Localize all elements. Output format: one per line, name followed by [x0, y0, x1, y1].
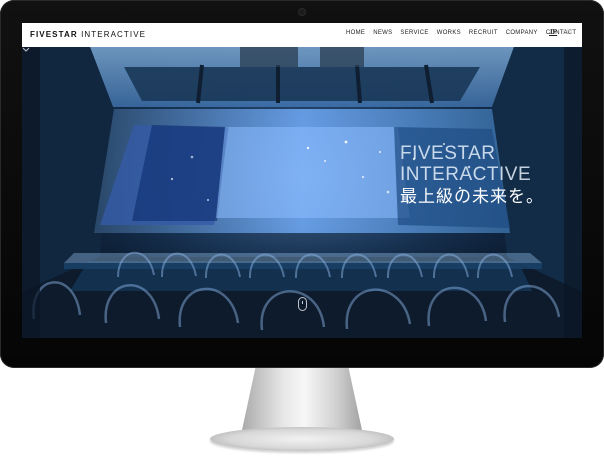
- monitor-stand-base: [210, 427, 394, 451]
- hero-title-line-1: FIVESTAR: [400, 143, 496, 164]
- nav-item-news[interactable]: NEWS: [373, 30, 392, 36]
- nav-item-service[interactable]: SERVICE: [400, 30, 428, 36]
- nav-item-home[interactable]: HOME: [346, 30, 365, 36]
- camera-icon: [298, 8, 306, 16]
- main-nav: HOME NEWS SERVICE WORKS RECRUIT COMPANY …: [346, 30, 576, 36]
- hero-tagline: 最上級の未来を。: [400, 187, 544, 206]
- hero-title-line-2: INTERACTIVE: [400, 164, 532, 185]
- nav-item-company[interactable]: COMPANY: [506, 30, 538, 36]
- brand-secondary: INTERACTIVE: [81, 30, 147, 39]
- chevron-down-icon[interactable]: [22, 47, 30, 52]
- lang-en[interactable]: EN: [562, 29, 572, 36]
- brand-primary: FIVESTAR: [30, 30, 78, 39]
- brand-logo[interactable]: FIVESTAR INTERACTIVE: [30, 30, 146, 39]
- hero-section: FIVESTAR INTERACTIVE 最上級の未来を。: [22, 47, 582, 338]
- language-switcher: JP EN: [549, 29, 572, 36]
- monitor-frame: FIVESTAR INTERACTIVE HOME NEWS SERVICE W…: [0, 0, 604, 368]
- site-header: FIVESTAR INTERACTIVE HOME NEWS SERVICE W…: [22, 23, 582, 47]
- mouse-scroll-icon[interactable]: [298, 297, 307, 311]
- screen: FIVESTAR INTERACTIVE HOME NEWS SERVICE W…: [22, 23, 582, 338]
- nav-item-works[interactable]: WORKS: [437, 30, 461, 36]
- nav-item-recruit[interactable]: RECRUIT: [469, 30, 498, 36]
- hero-copy: FIVESTAR INTERACTIVE 最上級の未来を。: [400, 143, 544, 208]
- lang-jp[interactable]: JP: [549, 29, 557, 36]
